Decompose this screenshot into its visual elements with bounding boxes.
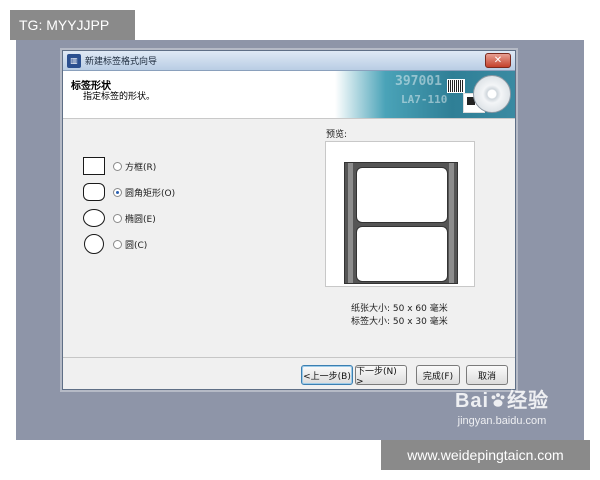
disc-icon — [473, 75, 511, 113]
paper-size-text: 纸张大小: 50 x 60 毫米 — [351, 304, 448, 314]
ellipse-shape-icon — [83, 209, 105, 227]
wizard-header: 标签形状 指定标签的形状。 397001 LA7-110 — [63, 71, 515, 119]
shape-option-label: 椭圆(E) — [125, 214, 156, 225]
shape-option-rectangle[interactable]: 方框(R) — [83, 157, 156, 175]
preview-label: 预览: — [326, 130, 348, 140]
circle-shape-icon — [84, 234, 104, 254]
rounded-rectangle-shape-icon — [83, 183, 105, 201]
app-icon: ▥ — [67, 53, 81, 68]
dimensions-info: 纸张大小: 50 x 60 毫米 标签大小: 50 x 30 毫米 — [351, 303, 448, 329]
next-button[interactable]: 下一步(N) > — [355, 365, 407, 387]
back-button[interactable]: <上一步(B) — [301, 365, 353, 385]
shape-option-circle[interactable]: 圆(C) — [83, 234, 147, 254]
wizard-footer: <上一步(B) 下一步(N) > 完成(F) 取消 — [63, 357, 515, 389]
radio-rounded-rectangle[interactable] — [113, 187, 122, 197]
site-label: www.weidepingtaicn.com — [381, 440, 590, 470]
radio-ellipse[interactable] — [113, 213, 122, 223]
barcode-icon — [447, 79, 465, 93]
rectangle-shape-icon — [83, 157, 105, 175]
finish-button[interactable]: 完成(F) — [416, 365, 460, 385]
preview-label-2 — [356, 226, 448, 282]
step-subtitle: 指定标签的形状。 — [83, 92, 156, 102]
shape-option-rounded-rectangle[interactable]: 圆角矩形(O) — [83, 183, 175, 201]
paw-icon — [491, 393, 505, 407]
roll-edge-right — [449, 163, 454, 283]
title-bar[interactable]: ▥ 新建标签格式向导 ✕ — [63, 51, 515, 71]
header-banner: 397001 LA7-110 — [335, 71, 515, 118]
shape-option-ellipse[interactable]: 椭圆(E) — [83, 209, 156, 227]
close-button[interactable]: ✕ — [485, 53, 511, 68]
baidu-watermark: Bai 经验 jingyan.baidu.com — [447, 388, 557, 432]
window-title: 新建标签格式向导 — [85, 57, 158, 67]
wizard-window: ▥ 新建标签格式向导 ✕ 标签形状 指定标签的形状。 397001 LA7-11… — [62, 50, 516, 390]
watermark-url: jingyan.baidu.com — [457, 415, 547, 427]
preview-label-1 — [356, 167, 448, 223]
radio-circle[interactable] — [113, 239, 122, 249]
shape-option-label: 方框(R) — [125, 162, 157, 173]
shape-option-label: 圆角矩形(O) — [125, 188, 176, 199]
label-roll-preview — [344, 162, 458, 284]
roll-edge-left — [348, 163, 353, 283]
shape-option-label: 圆(C) — [125, 240, 148, 251]
tg-label: TG: MYYJJPP — [10, 10, 135, 40]
banner-text: 397001 — [395, 74, 442, 89]
preview-panel — [325, 141, 475, 287]
label-size-text: 标签大小: 50 x 30 毫米 — [351, 317, 448, 327]
cancel-button[interactable]: 取消 — [466, 365, 508, 385]
wizard-content: 方框(R) 圆角矩形(O) 椭圆(E) 圆(C) 预览: 纸张大小: 50 x … — [63, 119, 515, 357]
radio-rectangle[interactable] — [113, 161, 122, 171]
banner-text-2: LA7-110 — [401, 93, 448, 106]
watermark-brand: Bai 经验 — [454, 390, 550, 412]
